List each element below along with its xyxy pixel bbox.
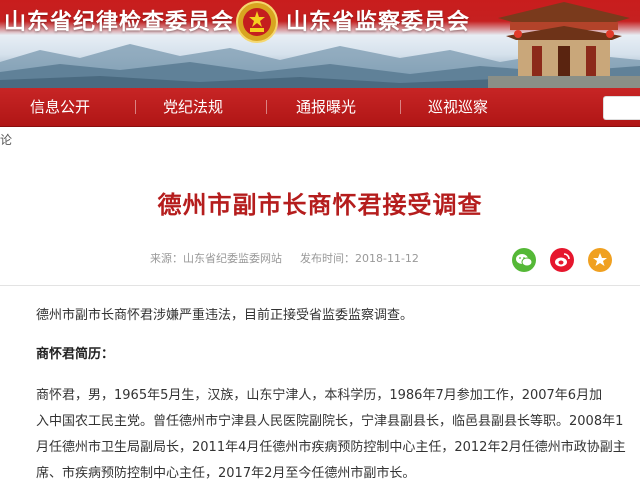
pavilion-icon	[488, 2, 640, 88]
bio-heading: 商怀君简历：	[36, 347, 115, 362]
weibo-share-button[interactable]	[550, 248, 574, 272]
bio-line: 商怀君，男，1965年5月生，汉族，山东宁津人，本科学历，1986年7月参加工作…	[36, 388, 603, 403]
nav-item-info-disclosure[interactable]: 信息公开	[30, 88, 90, 126]
nav-item-notices-exposure[interactable]: 通报曝光	[296, 88, 356, 126]
star-icon	[593, 253, 607, 266]
bio-line: 席、市疾病预防控制中心主任，2017年2月至今任德州市副市长。	[36, 466, 416, 481]
nav-item-inspection[interactable]: 巡视巡察	[428, 88, 488, 126]
org-title-supervision: 山东省监察委员会	[286, 10, 471, 35]
wechat-share-button[interactable]	[512, 248, 536, 272]
nav-divider	[266, 100, 267, 114]
article-title: 德州市副市长商怀君接受调查	[157, 191, 483, 219]
breadcrumb[interactable]: 论	[0, 131, 12, 148]
article-source: 来源：山东省纪委监委网站	[150, 252, 282, 265]
favorite-button[interactable]	[588, 248, 612, 272]
header-banner: 山东省纪律检查委员会 山东省监察委员会	[0, 0, 640, 88]
wechat-icon	[516, 254, 533, 267]
main-nav: 信息公开 党纪法规 通报曝光 巡视巡察	[0, 88, 640, 127]
nav-item-party-regulations[interactable]: 党纪法规	[163, 88, 223, 126]
weibo-icon	[555, 253, 570, 267]
content-divider	[0, 285, 640, 286]
nav-divider	[135, 100, 136, 114]
article-date: 发布时间：2018-11-12	[300, 252, 419, 265]
nav-divider	[400, 100, 401, 114]
search-input[interactable]	[603, 96, 640, 120]
national-emblem-icon	[236, 1, 278, 43]
bio-paragraph: 商怀君，男，1965年5月生，汉族，山东宁津人，本科学历，1986年7月参加工作…	[36, 383, 630, 487]
article-lead-paragraph: 德州市副市长商怀君涉嫌严重违法，目前正接受省监委监察调查。	[36, 308, 414, 323]
org-title-discipline: 山东省纪律检查委员会	[4, 10, 235, 35]
bio-line: 入中国农工民主党。曾任德州市宁津县人民医院副院长，宁津县副县长，临邑县副县长等职…	[36, 414, 624, 429]
bio-line: 月任德州市卫生局副局长，2011年4月任德州市疾病预防控制中心主任，2012年2…	[36, 440, 626, 455]
